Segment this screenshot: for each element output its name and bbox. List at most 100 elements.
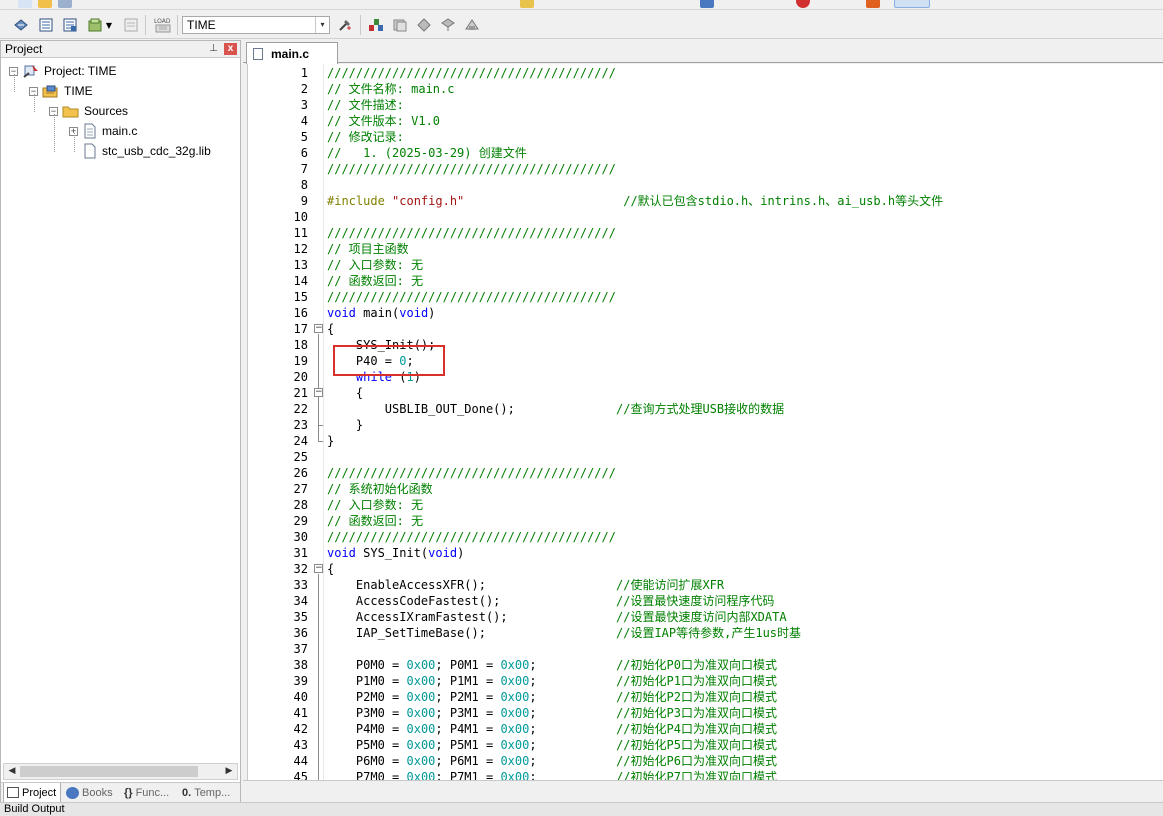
toolbar-separator xyxy=(360,15,361,35)
run-time-environment-icon[interactable] xyxy=(463,16,481,34)
code-line: 36 IAP_SetTimeBase(); //设置IAP等待参数,产生1us时… xyxy=(248,625,1163,641)
scrollbar-thumb[interactable] xyxy=(20,766,198,777)
open-file-icon[interactable] xyxy=(38,0,52,8)
code-identifier: } xyxy=(327,418,364,432)
line-number: 14 xyxy=(293,274,308,288)
code-line: 33 EnableAccessXFR(); //使能访问扩展XFR xyxy=(248,577,1163,593)
tree-item-group[interactable]: − Sources xyxy=(49,102,128,120)
code-comment: // 文件描述: xyxy=(327,98,404,112)
tab-project[interactable]: Project xyxy=(3,783,61,803)
code-text: // 函数返回: 无 xyxy=(327,513,423,529)
code-identifier: P5M1 xyxy=(449,738,479,752)
tab-templates[interactable]: 0. Temp... xyxy=(179,783,239,803)
editor-tabs: main.c xyxy=(243,40,1163,64)
code-comment: //使能访问扩展XFR xyxy=(616,578,725,592)
tab-books[interactable]: Books xyxy=(63,783,119,803)
code-text: //////////////////////////////////////// xyxy=(327,289,616,305)
rebuild-icon[interactable] xyxy=(61,16,79,34)
code-identifier: ) xyxy=(457,546,465,560)
code-comment: // 修改记录: xyxy=(327,130,404,144)
code-line: 41 P3M0 = 0x00; P3M1 = 0x00; //初始化P3口为准双… xyxy=(248,705,1163,721)
tab-main-c[interactable]: main.c xyxy=(246,42,338,64)
chevron-down-icon[interactable]: ▼ xyxy=(104,16,114,34)
translate-icon[interactable] xyxy=(12,16,30,34)
tree-item-file[interactable]: + main.c xyxy=(69,122,137,140)
debug-icon[interactable] xyxy=(866,0,880,8)
target-options-icon[interactable] xyxy=(700,0,714,8)
line-number: 44 xyxy=(293,754,308,768)
code-operator: = xyxy=(478,690,501,704)
tab-functions[interactable]: {} Func... xyxy=(121,783,177,803)
manage-components-icon[interactable] xyxy=(367,16,385,34)
code-line: 30 //////////////////////////////////////… xyxy=(248,529,1163,545)
code-identifier: P40 = xyxy=(327,354,400,368)
scroll-right-icon[interactable]: ▶ xyxy=(222,765,236,778)
code-text: // 文件名称: main.c xyxy=(327,81,454,97)
batch-build-icon[interactable] xyxy=(86,16,104,34)
code-text: // 1. (2025-03-29) 创建文件 xyxy=(327,145,527,161)
fold-toggle-icon[interactable]: − xyxy=(314,564,323,573)
main-toolbar xyxy=(0,0,1163,10)
code-operator: = xyxy=(384,754,407,768)
group-label: Sources xyxy=(84,104,129,118)
code-operator: = xyxy=(478,770,501,780)
line-number: 40 xyxy=(293,690,308,704)
tree-item-file[interactable]: stc_usb_cdc_32g.lib xyxy=(82,142,211,160)
breakpoint-icon[interactable] xyxy=(796,0,810,8)
fold-toggle-icon[interactable]: − xyxy=(314,388,323,397)
stop-build-icon[interactable] xyxy=(122,16,140,34)
code-comment: //////////////////////////////////////// xyxy=(327,290,616,304)
fold-toggle-icon[interactable]: − xyxy=(314,324,323,333)
code-text: // 修改记录: xyxy=(327,129,404,145)
code-text: P2M0 = 0x00; P2M1 = 0x00; //初始化P2口为准双向口模… xyxy=(327,689,777,705)
build-icon[interactable] xyxy=(37,16,55,34)
editor-bottom-bar xyxy=(243,780,1163,802)
code-editor[interactable]: 1 ///////////////////////////////////////… xyxy=(247,64,1163,780)
scroll-left-icon[interactable]: ◀ xyxy=(5,765,19,778)
code-comment: // 函数返回: 无 xyxy=(327,274,424,288)
select-software-packs-icon[interactable] xyxy=(439,16,457,34)
code-text: // 入口参数: 无 xyxy=(327,497,423,513)
save-icon[interactable] xyxy=(58,0,72,8)
code-comment: //初始化P6口为准双向口模式 xyxy=(616,754,777,768)
templates-icon: 0. xyxy=(182,787,192,799)
code-identifier: P4M0 xyxy=(355,722,385,736)
code-identifier: SYS_Init( xyxy=(355,546,429,560)
code-line: 28 // 入口参数: 无 xyxy=(248,497,1163,513)
code-text: //////////////////////////////////////// xyxy=(327,161,616,177)
code-identifier: P6M1 xyxy=(449,754,479,768)
project-panel-title: Project xyxy=(5,42,43,56)
code-text: //////////////////////////////////////// xyxy=(327,225,616,241)
window-layout-icon[interactable] xyxy=(894,0,930,8)
code-text: while (1) xyxy=(327,369,421,385)
status-bar: Build Output xyxy=(0,802,1163,816)
line-number: 17 xyxy=(293,322,308,336)
line-number: 45 xyxy=(293,770,308,780)
tree-item-project[interactable]: − Project: TIME xyxy=(9,62,116,80)
new-file-icon[interactable] xyxy=(18,0,32,8)
code-comment: //设置最快速度访问程序代码 xyxy=(615,594,775,608)
download-icon[interactable]: LOAD xyxy=(153,16,173,34)
options-for-target-icon[interactable] xyxy=(336,16,354,34)
pack-installer-icon[interactable] xyxy=(415,16,433,34)
file-label: main.c xyxy=(102,124,138,138)
line-number: 31 xyxy=(293,546,308,560)
tree-item-target[interactable]: − TIME xyxy=(29,82,93,100)
code-operator: = xyxy=(478,754,501,768)
target-select[interactable]: TIME ▾ xyxy=(182,16,330,34)
code-number: 1 xyxy=(406,370,414,384)
code-comment: // 项目主函数 xyxy=(327,242,409,256)
folder-icon[interactable] xyxy=(520,0,534,8)
code-line: 1 ///////////////////////////////////////… xyxy=(248,65,1163,81)
horizontal-scrollbar[interactable]: ◀ ▶ xyxy=(3,763,238,780)
code-comment: //默认已包含stdio.h、intrins.h、ai_usb.h等头文件 xyxy=(623,194,944,208)
toolbar-separator xyxy=(145,15,146,35)
code-operator: ; xyxy=(435,754,450,768)
pin-icon[interactable]: ⊥ xyxy=(209,41,218,57)
line-number: 38 xyxy=(293,658,308,672)
file-extensions-icon[interactable] xyxy=(391,16,409,34)
chevron-down-icon[interactable]: ▾ xyxy=(315,17,329,33)
close-icon[interactable]: x xyxy=(224,43,237,55)
